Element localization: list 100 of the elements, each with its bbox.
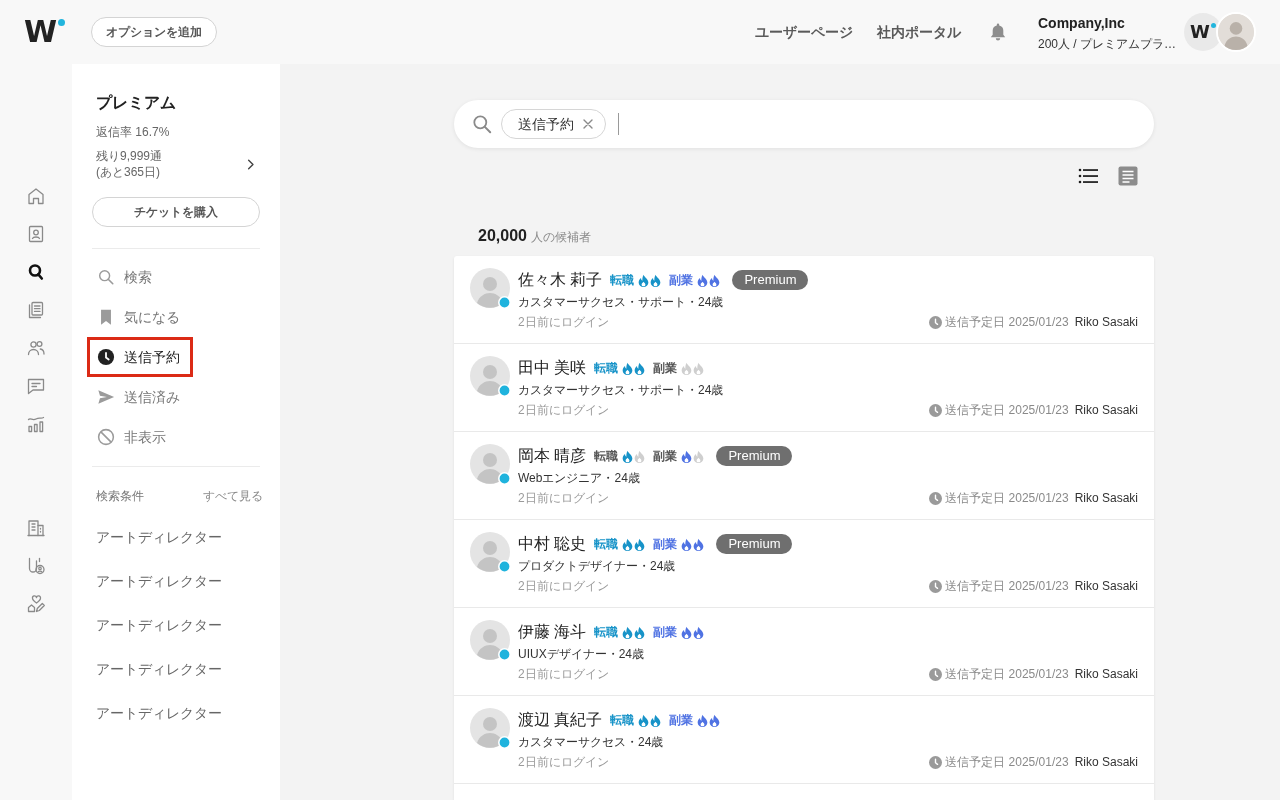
document-view-icon[interactable] (1118, 166, 1138, 186)
interest-label: 転職 (610, 712, 635, 728)
clock-icon (929, 491, 943, 505)
scheduled-send-date: 送信予定日 2025/01/23 (945, 490, 1069, 506)
avatar-placeholder (470, 708, 510, 748)
building-icon[interactable] (26, 518, 46, 538)
interest-label: 副業 (653, 624, 678, 640)
saved-searches-heading: 検索条件 (96, 488, 144, 504)
people-icon[interactable] (26, 338, 46, 358)
remaining-days-text: (あと365日) (96, 164, 161, 180)
scheduled-send-date: 送信予定日 2025/01/23 (945, 666, 1069, 682)
candidate-count: 20,000 (478, 226, 527, 246)
filter-chip[interactable]: 送信予約 (501, 109, 606, 139)
home-icon[interactable] (26, 186, 46, 206)
sidebar-nav-item[interactable]: 検索 (87, 257, 165, 297)
candidate-name: 岡本 晴彦 (518, 446, 587, 466)
job-title-text: カスタマーサクセス・24歳 (518, 734, 665, 750)
sender-name: Riko Sasaki (1074, 490, 1138, 506)
sender-name: Riko Sasaki (1074, 578, 1138, 594)
clock-icon (929, 755, 943, 769)
interest-label: 副業 (653, 448, 678, 464)
close-icon[interactable] (583, 119, 593, 129)
interest-label: 転職 (610, 272, 635, 288)
job-title-text: プロダクトデザイナー・24歳 (518, 558, 677, 574)
sidebar-nav-item[interactable]: 非表示 (87, 417, 179, 457)
chat-icon[interactable] (26, 376, 46, 396)
interest-label: 転職 (594, 360, 619, 376)
saved-search-item[interactable]: アートディレクター (92, 527, 222, 547)
send-icon (97, 388, 115, 406)
saved-search-item[interactable]: アートディレクター (92, 659, 222, 679)
job-title-text: カスタマーサクセス・サポート・24歳 (518, 294, 725, 310)
user-avatar-placeholder[interactable] (1216, 12, 1256, 52)
saved-search-item[interactable]: アートディレクター (92, 571, 222, 591)
scheduled-send-date: 送信予定日 2025/01/23 (945, 402, 1069, 418)
avatar-placeholder (470, 356, 510, 396)
list-view-icon[interactable] (1078, 166, 1098, 186)
interest-label: 副業 (653, 360, 678, 376)
premium-badge: Premium (716, 446, 793, 466)
scheduled-send-date: 送信予定日 2025/01/23 (945, 314, 1069, 330)
see-all-link[interactable]: すべて見る (203, 488, 263, 504)
job-title-text: Webエンジニア・24歳 (518, 470, 641, 486)
last-login-text: 2日前にログイン (518, 754, 609, 770)
sender-name: Riko Sasaki (1074, 314, 1138, 330)
job-title-text: UIUXデザイナー・24歳 (518, 646, 646, 662)
scheduled-send-date: 送信予定日 2025/01/23 (945, 754, 1069, 770)
search-field[interactable]: 送信予約 (454, 100, 1154, 148)
candidate-name: 中村 聡史 (518, 534, 587, 554)
last-login-text: 2日前にログイン (518, 490, 609, 506)
sender-name: Riko Sasaki (1074, 666, 1138, 682)
clock-icon (929, 403, 943, 417)
clock-icon (929, 315, 943, 329)
clock-icon (929, 667, 943, 681)
document-list-icon[interactable] (26, 300, 46, 320)
clock-icon (97, 348, 115, 366)
plan-title: プレミアム (95, 93, 177, 113)
job-title-text: カスタマーサクセス・サポート・24歳 (518, 382, 725, 398)
saved-search-item[interactable]: アートディレクター (92, 615, 222, 635)
chart-icon[interactable] (26, 414, 46, 434)
candidate-name: 伊藤 海斗 (518, 622, 587, 642)
logo-text[interactable]: W (24, 16, 57, 48)
interest-label: 転職 (594, 448, 619, 464)
last-login-text: 2日前にログイン (518, 666, 609, 682)
avatar-placeholder (470, 444, 510, 484)
last-login-text: 2日前にログイン (518, 402, 609, 418)
last-login-text: 2日前にログイン (518, 578, 609, 594)
plan-summary: 200人 / プレミアムプラ… (1037, 35, 1176, 52)
add-option-button[interactable]: オプションを追加 (91, 17, 217, 47)
sender-name: Riko Sasaki (1074, 754, 1138, 770)
sidebar-nav-item[interactable]: 送信済み (87, 377, 193, 417)
saved-search-item[interactable]: アートディレクター (92, 703, 222, 723)
interest-label: 副業 (653, 536, 678, 552)
last-login-text: 2日前にログイン (518, 314, 609, 330)
buy-tickets-button[interactable]: チケットを購入 (92, 197, 260, 227)
logo-dot-icon (58, 19, 66, 26)
search-icon (97, 268, 115, 286)
prohibited-icon (97, 428, 115, 446)
scheduled-send-date: 送信予定日 2025/01/23 (945, 578, 1069, 594)
search-icon[interactable] (26, 262, 46, 282)
avatar-placeholder (470, 620, 510, 660)
remaining-messages-text: 残り9,999通 (96, 148, 163, 164)
header-link[interactable]: ユーザーページ (754, 22, 853, 42)
candidate-name: 渡辺 真紀子 (518, 710, 603, 730)
route-person-icon[interactable] (26, 556, 46, 576)
interest-label: 転職 (594, 536, 619, 552)
text-cursor (618, 113, 619, 135)
chevron-right-icon[interactable] (247, 158, 255, 170)
clock-icon (929, 579, 943, 593)
logo-dot-icon (1210, 23, 1216, 28)
candidate-name: 田中 美咲 (518, 358, 587, 378)
reply-rate-text: 返信率 16.7% (95, 124, 171, 140)
company-name: Company,Inc (1037, 13, 1126, 33)
sidebar-nav-item[interactable]: 送信予約 (87, 337, 193, 377)
header-link[interactable]: 社内ポータル (876, 22, 961, 42)
profile-card-icon[interactable] (26, 224, 46, 244)
sidebar-nav-item[interactable]: 気になる (87, 297, 193, 337)
logo-text: W (1190, 22, 1210, 42)
interest-label: 副業 (669, 272, 694, 288)
heart-house-pencil-icon[interactable] (26, 594, 46, 614)
premium-badge: Premium (732, 270, 809, 290)
candidate-count-label: 人の候補者 (530, 229, 591, 245)
